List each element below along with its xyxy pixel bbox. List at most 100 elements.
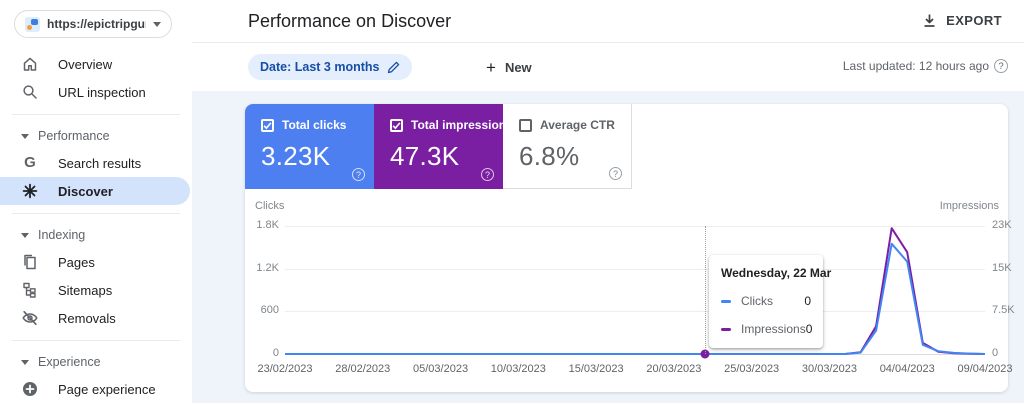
sidebar-item-label: Overview: [58, 56, 113, 72]
new-filter-button[interactable]: + New: [480, 54, 538, 80]
chart-tooltip: Wednesday, 22 Mar Clicks 0 Impressions 0: [709, 255, 832, 348]
sidebar-item-discover[interactable]: Discover: [0, 177, 190, 205]
sitemap-icon: [21, 281, 39, 299]
clicks-series-swatch: [721, 299, 731, 303]
sidebar-item-sitemaps[interactable]: Sitemaps: [0, 276, 192, 304]
metric-label: Total clicks: [282, 118, 347, 132]
tooltip-value: 0: [804, 294, 811, 308]
sidebar-item-removals[interactable]: Removals: [0, 304, 192, 332]
sidebar-item-label: Search results: [58, 155, 142, 171]
sidebar-section-performance[interactable]: Performance: [0, 123, 192, 149]
sidebar-divider: [12, 340, 180, 341]
x-axis-label: 10/03/2023: [490, 363, 546, 375]
y-axis-tick: 23K: [992, 219, 1012, 231]
average-ctr-card[interactable]: Average CTR 6.8% ?: [503, 104, 632, 189]
sidebar-item-label: Pages: [58, 254, 95, 270]
sidebar-item-pages[interactable]: Pages: [0, 248, 192, 276]
metric-label: Total impressions: [411, 118, 513, 132]
x-axis-label: 25/03/2023: [724, 363, 780, 375]
tooltip-row-impressions: Impressions 0: [721, 322, 813, 336]
google-g-icon: G: [24, 154, 36, 171]
download-icon: [922, 13, 937, 28]
page-experience-icon: [21, 380, 39, 398]
filter-toolbar: Date: Last 3 months + New Last updated: …: [192, 43, 1024, 91]
page-title: Performance on Discover: [248, 11, 452, 31]
discover-asterisk-icon: [21, 182, 39, 200]
impressions-series-swatch: [721, 327, 731, 331]
chevron-down-icon: [21, 359, 29, 365]
last-updated: Last updated: 12 hours ago ?: [843, 59, 1008, 73]
sidebar-section-label: Performance: [38, 129, 110, 143]
total-clicks-card[interactable]: Total clicks 3.23K ?: [245, 104, 374, 189]
tooltip-value: 0: [805, 322, 813, 336]
x-axis-label: 04/04/2023: [879, 363, 935, 375]
sidebar-section-indexing[interactable]: Indexing: [0, 222, 192, 248]
help-icon[interactable]: ?: [609, 167, 622, 180]
y-axis-tick: 1.8K: [256, 219, 279, 231]
help-icon[interactable]: ?: [352, 168, 365, 181]
y-axis-tick: 0: [272, 347, 279, 359]
home-icon: [21, 55, 39, 73]
impressions-checkbox[interactable]: [390, 118, 403, 132]
tooltip-row-clicks: Clicks 0: [721, 294, 811, 308]
x-axis-label: 30/03/2023: [801, 363, 857, 375]
sidebar-item-url-inspection[interactable]: URL inspection: [0, 78, 192, 106]
tooltip-label: Clicks: [741, 294, 773, 308]
metric-label: Average CTR: [540, 118, 615, 132]
total-impressions-card[interactable]: Total impressions 47.3K ?: [374, 104, 513, 189]
performance-panel: Total clicks 3.23K ? Total impressions 4…: [245, 104, 1015, 392]
x-axis-label: 09/04/2023: [957, 363, 1013, 375]
new-filter-label: New: [504, 59, 532, 75]
sidebar-item-label: Discover: [58, 183, 113, 199]
date-filter-chip[interactable]: Date: Last 3 months: [248, 54, 413, 80]
chevron-down-icon: [21, 133, 29, 139]
last-updated-text: Last updated: 12 hours ago: [842, 59, 989, 73]
x-axis-label: 28/02/2023: [335, 363, 391, 375]
date-filter-label: Date: Last 3 months: [260, 60, 380, 74]
pages-icon: [21, 253, 39, 271]
x-axis-label: 20/03/2023: [646, 363, 702, 375]
y-axis-tick: 7.5K: [992, 304, 1015, 316]
hover-crosshair-line: [705, 226, 706, 354]
sidebar-section-experience[interactable]: Experience: [0, 349, 192, 375]
export-button[interactable]: EXPORT: [916, 9, 1008, 32]
sidebar-item-overview[interactable]: Overview: [0, 50, 192, 78]
x-axis-label: 15/03/2023: [568, 363, 624, 375]
sidebar-item-label: Sitemaps: [58, 282, 113, 298]
sidebar: https://epictripguru... Overview URL ins…: [0, 0, 192, 404]
sidebar-item-search-results[interactable]: G Search results: [0, 149, 192, 177]
site-favicon: [25, 16, 40, 32]
y-axis-tick: 1.2K: [256, 262, 279, 274]
tooltip-date: Wednesday, 22 Mar: [721, 266, 832, 280]
sidebar-item-page-experience[interactable]: Page experience: [0, 375, 192, 403]
sidebar-section-label: Experience: [38, 355, 101, 369]
page-header: Performance on Discover EXPORT: [192, 0, 1024, 43]
y-axis-title-impressions: Impressions: [939, 200, 999, 212]
metric-cards: Total clicks 3.23K ? Total impressions 4…: [245, 104, 1008, 189]
y-axis-tick: 600: [260, 304, 279, 316]
plus-icon: +: [486, 57, 496, 77]
pencil-icon: [387, 61, 400, 74]
sidebar-item-label: Removals: [58, 310, 116, 326]
chevron-down-icon: [21, 232, 29, 238]
sidebar-divider: [12, 114, 180, 115]
property-url: https://epictripguru...: [47, 17, 146, 31]
sidebar-item-label: URL inspection: [58, 84, 146, 100]
help-icon[interactable]: ?: [994, 59, 1008, 73]
sidebar-item-label: Page experience: [58, 381, 156, 397]
ctr-checkbox[interactable]: [519, 118, 532, 132]
content-area: Total clicks 3.23K ? Total impressions 4…: [192, 91, 1024, 403]
sidebar-nav: Overview URL inspection Performance G Se…: [0, 50, 192, 403]
visibility-off-icon: [21, 309, 39, 327]
clicks-checkbox[interactable]: [261, 118, 274, 132]
performance-chart[interactable]: Clicks Impressions 1.8K 1.2K 600 0 23K 1…: [245, 189, 1015, 392]
sidebar-section-label: Indexing: [38, 228, 86, 242]
export-label: EXPORT: [946, 13, 1002, 28]
y-axis-tick: 0: [992, 347, 999, 359]
search-icon: [21, 83, 39, 101]
y-axis-title-clicks: Clicks: [255, 200, 285, 212]
help-icon[interactable]: ?: [481, 168, 494, 181]
property-selector[interactable]: https://epictripguru...: [14, 10, 172, 38]
dropdown-caret-icon: [153, 21, 161, 27]
chart-series-svg: [285, 227, 986, 359]
